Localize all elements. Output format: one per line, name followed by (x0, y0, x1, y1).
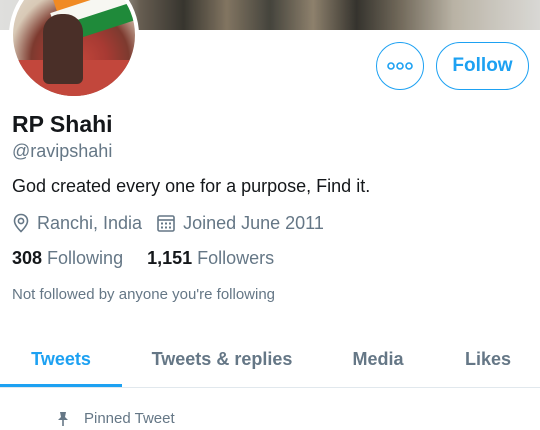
pinned-tweet-header: Pinned Tweet (56, 410, 175, 427)
tab-likes[interactable]: Likes (442, 330, 534, 388)
profile-name: RP Shahi (12, 111, 113, 137)
profile-location: Ranchi, India (37, 212, 143, 233)
following-label: Following (47, 248, 124, 268)
following-link[interactable]: 308 Following (12, 248, 123, 269)
profile-joined-date: Joined June 2011 (183, 212, 324, 233)
more-dots-icon (387, 62, 413, 70)
follow-stats: 308 Following 1,151 Followers (12, 248, 274, 269)
tab-tweets[interactable]: Tweets (0, 330, 122, 388)
profile-tabs: Tweets Tweets & replies Media Likes (0, 330, 540, 388)
tab-tweets-replies[interactable]: Tweets & replies (130, 330, 314, 388)
profile-handle: @ravipshahi (12, 141, 113, 161)
following-count: 308 (12, 248, 43, 268)
profile-bio: God created every one for a purpose, Fin… (12, 176, 371, 196)
tab-media[interactable]: Media (330, 330, 426, 388)
pin-icon (56, 411, 70, 427)
followers-count: 1,151 (147, 248, 193, 268)
more-options-button[interactable] (376, 42, 424, 90)
profile-meta: Ranchi, India Joined June 2011 (12, 211, 324, 235)
followers-label: Followers (197, 248, 275, 268)
calendar-icon (156, 213, 176, 233)
location-pin-icon (12, 213, 30, 233)
pinned-tweet-label: Pinned Tweet (84, 410, 175, 427)
followers-link[interactable]: 1,151 Followers (147, 248, 274, 269)
active-tab-indicator (0, 384, 122, 387)
follow-button[interactable]: Follow (436, 42, 529, 90)
profile-avatar[interactable] (9, 0, 139, 100)
not-followed-notice: Not followed by anyone you're following (12, 286, 276, 303)
